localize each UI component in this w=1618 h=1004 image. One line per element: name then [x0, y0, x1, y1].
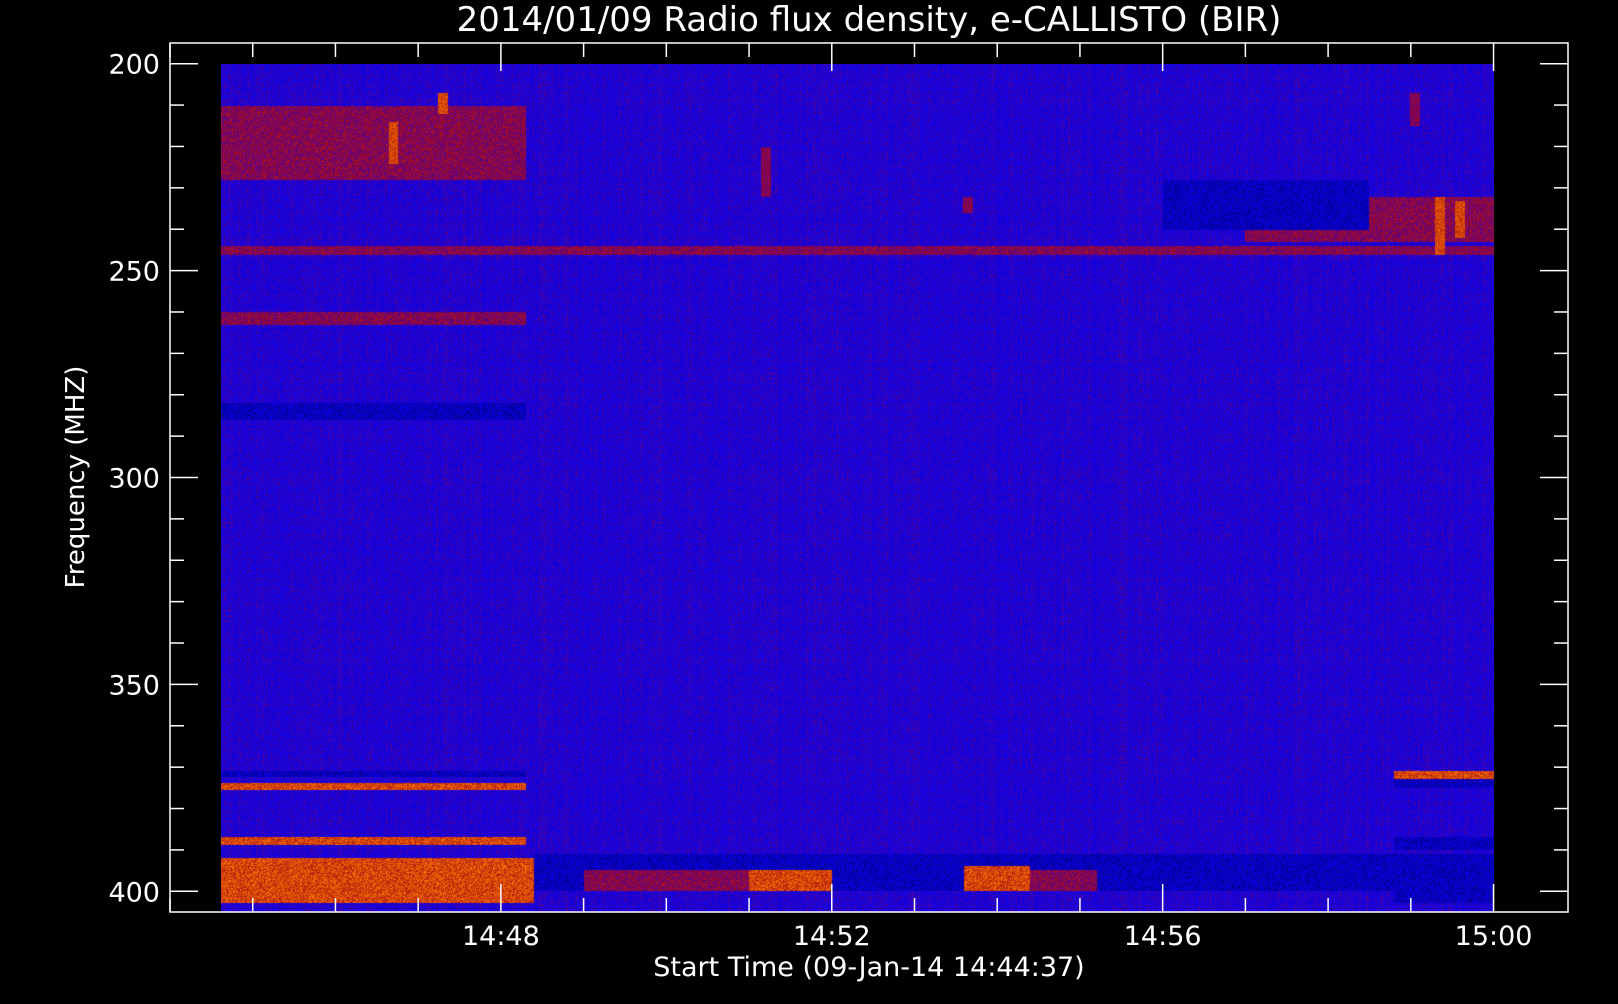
x-tick-label: 15:00 — [1455, 921, 1533, 952]
y-axis-label: Frequency (MHZ) — [61, 366, 91, 589]
spectrogram-heatmap — [221, 64, 1494, 912]
x-axis-label: Start Time (09-Jan-14 14:44:37) — [653, 952, 1084, 983]
x-tick-label: 14:48 — [462, 921, 540, 952]
x-tick-label: 14:56 — [1124, 921, 1202, 952]
y-tick-label: 350 — [108, 670, 160, 701]
spectrogram-chart: 14:48 14:52 14:56 15:00 200 250 300 350 400 201… — [0, 0, 1618, 1000]
y-tick-label: 250 — [108, 257, 160, 288]
chart-svg: 14:48 14:52 14:56 15:00 200 250 300 350 400 201… — [61, 0, 1569, 983]
heatmap-container — [221, 64, 1494, 912]
y-tick-label: 300 — [108, 464, 160, 495]
plot-area: 14:48 14:52 14:56 15:00 200 250 300 350 400 — [108, 42, 1569, 952]
y-tick-label: 200 — [108, 50, 160, 81]
y-tick-label: 400 — [108, 877, 160, 908]
x-tick-label: 14:52 — [793, 921, 871, 952]
chart-title: 2014/01/09 Radio flux density, e-CALLIST… — [457, 0, 1282, 40]
